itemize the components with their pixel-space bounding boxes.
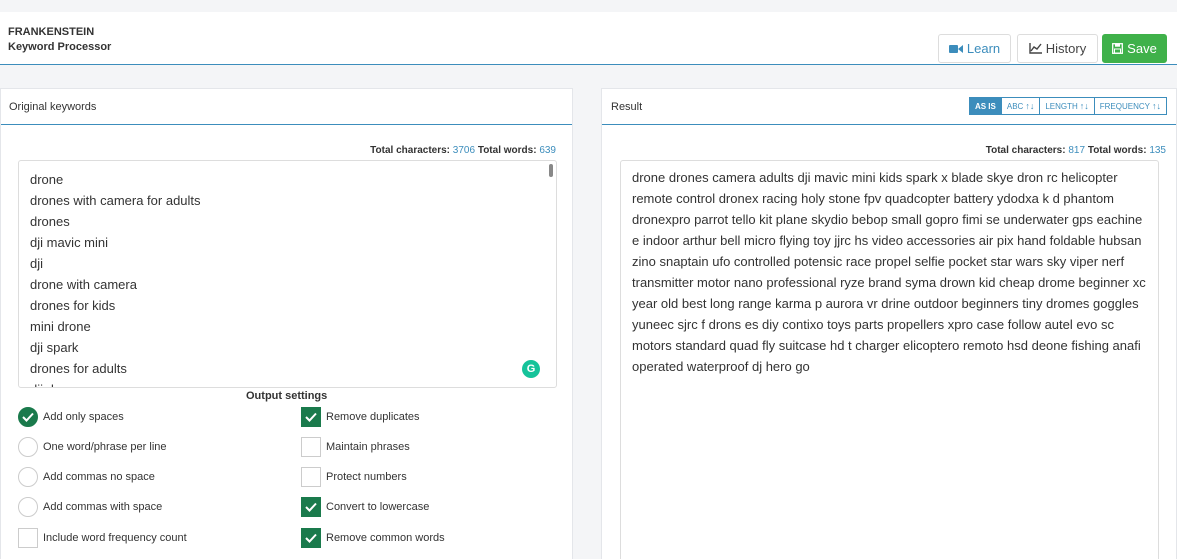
option-convert-lowercase[interactable]: Convert to lowercase [301, 497, 429, 517]
option-remove-common-words[interactable]: Remove common words [301, 528, 445, 548]
app-subtitle: Keyword Processor [8, 41, 112, 53]
option-one-per-line[interactable]: One word/phrase per line [18, 437, 167, 457]
keyword-line: dji drone [30, 379, 556, 387]
keyword-line: drones for kids [30, 298, 116, 313]
checkbox-checked-icon[interactable] [301, 407, 321, 427]
keyword-line: dji mavic mini [30, 235, 109, 250]
original-keywords-panel: Original keywords Total characters: 3706… [0, 88, 573, 559]
result-output[interactable]: drone drones camera adults dji mavic min… [620, 160, 1159, 559]
keyword-list: drone drones with camera for adults dron… [19, 161, 556, 387]
top-bar: FRANKENSTEIN Keyword Processor Learn His… [0, 12, 1177, 65]
option-protect-numbers[interactable]: Protect numbers [301, 467, 407, 487]
keyword-line: dji [30, 256, 44, 271]
checkbox-unchecked-icon[interactable] [301, 437, 321, 457]
checkbox-unchecked-icon[interactable] [18, 528, 38, 548]
radio-unchecked-icon[interactable] [18, 497, 38, 517]
sort-abc-button[interactable]: ABC ↑↓ [1000, 97, 1041, 115]
option-label: Include word frequency count [43, 532, 187, 544]
option-commas-no-space[interactable]: Add commas no space [18, 467, 155, 487]
option-label: Convert to lowercase [326, 501, 430, 513]
sort-button-group: AS IS ABC ↑↓ LENGTH ↑↓ FREQUENCY ↑↓ [968, 97, 1167, 115]
option-label: Remove duplicates [326, 411, 420, 423]
radio-unchecked-icon[interactable] [18, 467, 38, 487]
line-chart-icon [1029, 43, 1042, 54]
keyword-line: drones with camera for adults [30, 193, 201, 208]
sort-arrows-icon: ↑↓ [1152, 101, 1161, 111]
keyword-line: mini drone [30, 319, 91, 334]
keywords-input[interactable]: drone drones with camera for adults dron… [18, 160, 557, 388]
sort-arrows-icon: ↑↓ [1079, 101, 1089, 111]
option-label: Add commas no space [43, 471, 155, 483]
history-button[interactable]: History [1017, 34, 1098, 63]
option-include-frequency[interactable]: Include word frequency count [18, 528, 187, 548]
option-add-only-spaces[interactable]: Add only spaces [18, 407, 124, 427]
sort-arrows-icon: ↑↓ [1025, 101, 1035, 111]
checkbox-checked-icon[interactable] [301, 528, 321, 548]
total-words-value: 639 [539, 145, 556, 156]
learn-button[interactable]: Learn [938, 34, 1011, 63]
save-button[interactable]: Save [1102, 34, 1167, 63]
total-characters-value: 817 [1068, 145, 1086, 156]
checkbox-unchecked-icon[interactable] [301, 467, 321, 487]
panel-header: Result AS IS ABC ↑↓ LENGTH ↑↓ FREQUENCY … [602, 89, 1176, 125]
total-words-value: 135 [1149, 145, 1166, 156]
option-maintain-phrases[interactable]: Maintain phrases [301, 437, 410, 457]
original-stats: Total characters: 3706 Total words: 639 [370, 145, 556, 156]
option-label: Maintain phrases [326, 441, 410, 453]
grammarly-icon[interactable]: G [522, 360, 540, 378]
keyword-line: drones [30, 214, 70, 229]
checkbox-checked-icon[interactable] [301, 497, 321, 517]
keyword-line: drone [30, 172, 64, 187]
radio-unchecked-icon[interactable] [18, 437, 38, 457]
option-label: One word/phrase per line [43, 441, 167, 453]
option-label: Remove common words [326, 532, 445, 544]
result-text: drone drones camera adults dji mavic min… [632, 170, 1146, 374]
learn-button-label: Learn [966, 41, 1001, 56]
sort-length-button[interactable]: LENGTH ↑↓ [1039, 97, 1095, 115]
history-button-label: History [1045, 41, 1087, 56]
panel-title: Result [611, 101, 643, 113]
scrollbar-thumb[interactable] [549, 164, 553, 177]
panel-title: Original keywords [9, 101, 97, 113]
floppy-disk-icon [1112, 43, 1124, 54]
total-characters-value: 3706 [452, 145, 476, 156]
output-settings-title: Output settings [246, 390, 328, 402]
result-panel: Result AS IS ABC ↑↓ LENGTH ↑↓ FREQUENCY … [601, 88, 1177, 559]
panel-header: Original keywords [1, 89, 572, 125]
keyword-line: dji spark [30, 340, 79, 355]
keyword-line: drones for adults [30, 361, 127, 376]
option-commas-with-space[interactable]: Add commas with space [18, 497, 162, 517]
save-button-label: Save [1127, 41, 1157, 56]
option-label: Add only spaces [43, 411, 124, 423]
app-name: FRANKENSTEIN [8, 26, 95, 38]
option-label: Add commas with space [43, 501, 163, 513]
result-stats: Total characters: 817 Total words: 135 [985, 145, 1166, 156]
option-label: Protect numbers [326, 471, 407, 483]
radio-checked-icon[interactable] [18, 407, 38, 427]
video-camera-icon [948, 44, 963, 54]
sort-as-is-button[interactable]: AS IS [968, 97, 1002, 115]
sort-frequency-button[interactable]: FREQUENCY ↑↓ [1093, 97, 1167, 115]
keyword-line: drone with camera [30, 277, 137, 292]
option-remove-duplicates[interactable]: Remove duplicates [301, 407, 420, 427]
